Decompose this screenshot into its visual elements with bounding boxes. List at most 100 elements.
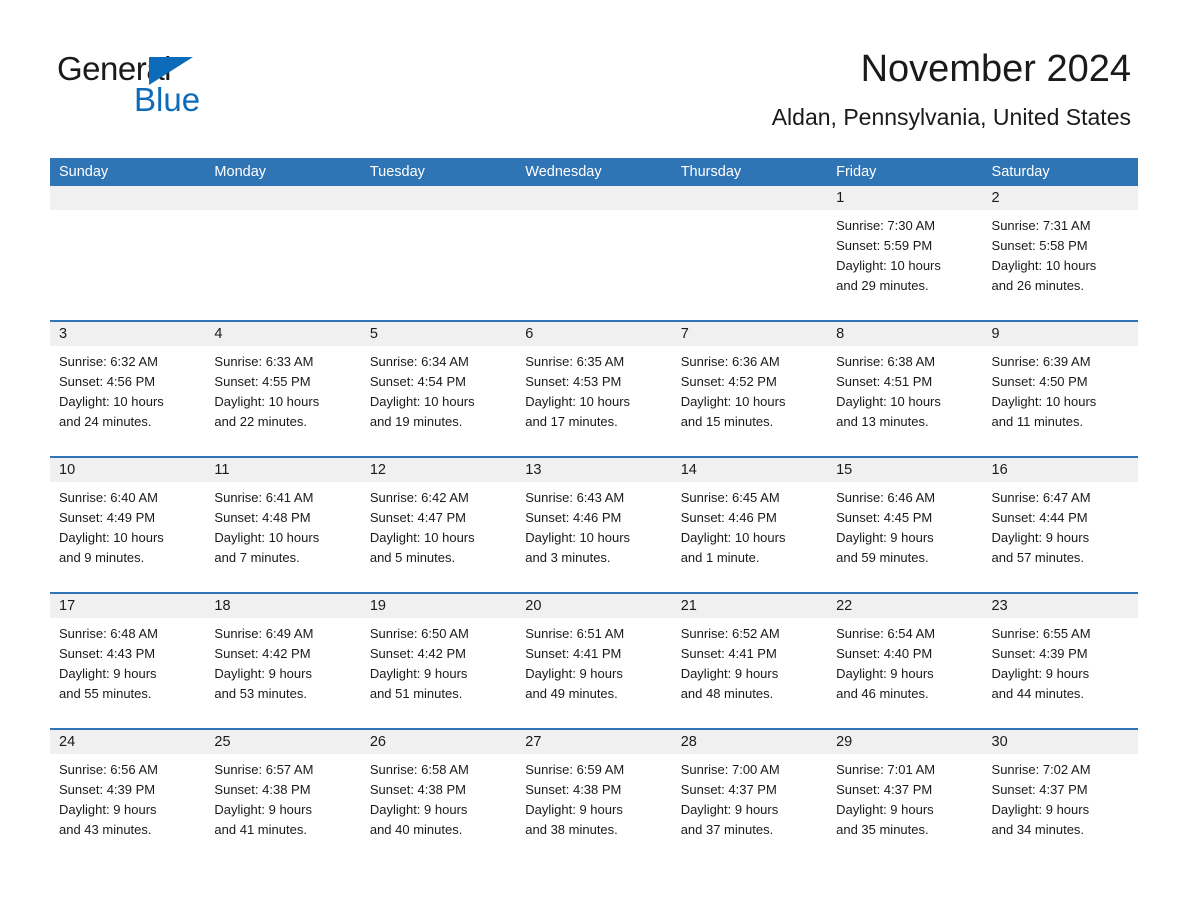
daylight-text-line2: and 7 minutes. [214, 550, 300, 565]
day-cell[interactable]: Sunrise: 6:45 AM Sunset: 4:46 PM Dayligh… [672, 482, 827, 592]
day-cell[interactable] [516, 210, 671, 320]
day-cell[interactable] [205, 210, 360, 320]
day-number[interactable]: 3 [50, 322, 205, 346]
sunset-text: Sunset: 4:38 PM [214, 782, 311, 797]
day-number[interactable] [50, 186, 205, 210]
day-cell[interactable]: Sunrise: 6:50 AM Sunset: 4:42 PM Dayligh… [361, 618, 516, 728]
day-number[interactable]: 27 [516, 730, 671, 754]
sunset-text: Sunset: 4:39 PM [59, 782, 156, 797]
daylight-text-line1: Daylight: 10 hours [59, 530, 164, 545]
day-cell[interactable]: Sunrise: 7:31 AM Sunset: 5:58 PM Dayligh… [983, 210, 1138, 320]
title-block: November 2024 Aldan, Pennsylvania, Unite… [772, 46, 1131, 132]
day-number[interactable]: 30 [983, 730, 1138, 754]
day-number[interactable]: 26 [361, 730, 516, 754]
day-number[interactable]: 21 [672, 594, 827, 618]
sunset-text: Sunset: 4:42 PM [369, 646, 466, 661]
day-cell[interactable]: Sunrise: 6:52 AM Sunset: 4:41 PM Dayligh… [672, 618, 827, 728]
day-cell[interactable]: Sunrise: 6:34 AM Sunset: 4:54 PM Dayligh… [361, 346, 516, 456]
daylight-text-line2: and 3 minutes. [525, 550, 611, 565]
day-cell[interactable]: Sunrise: 7:02 AM Sunset: 4:37 PM Dayligh… [983, 754, 1138, 864]
day-cell[interactable]: Sunrise: 6:46 AM Sunset: 4:45 PM Dayligh… [827, 482, 982, 592]
day-number[interactable]: 8 [827, 322, 982, 346]
daylight-text-line2: and 13 minutes. [836, 414, 929, 429]
day-cell[interactable]: Sunrise: 6:36 AM Sunset: 4:52 PM Dayligh… [672, 346, 827, 456]
day-cell[interactable]: Sunrise: 6:55 AM Sunset: 4:39 PM Dayligh… [983, 618, 1138, 728]
daylight-text-line1: Daylight: 9 hours [991, 530, 1090, 545]
day-number[interactable]: 14 [672, 458, 827, 482]
day-cell[interactable]: Sunrise: 6:54 AM Sunset: 4:40 PM Dayligh… [827, 618, 982, 728]
day-number[interactable]: 13 [516, 458, 671, 482]
day-cell[interactable]: Sunrise: 6:41 AM Sunset: 4:48 PM Dayligh… [205, 482, 360, 592]
day-number[interactable]: 10 [50, 458, 205, 482]
day-number[interactable]: 18 [205, 594, 360, 618]
day-cell[interactable]: Sunrise: 6:43 AM Sunset: 4:46 PM Dayligh… [516, 482, 671, 592]
day-number[interactable]: 25 [205, 730, 360, 754]
day-cell[interactable]: Sunrise: 6:40 AM Sunset: 4:49 PM Dayligh… [50, 482, 205, 592]
day-number[interactable]: 29 [827, 730, 982, 754]
generalblue-logo[interactable]: General Blue [57, 50, 257, 122]
day-number[interactable]: 9 [983, 322, 1138, 346]
daylight-text-line2: and 51 minutes. [369, 686, 463, 701]
day-number[interactable]: 1 [827, 186, 982, 210]
day-number[interactable] [672, 186, 827, 210]
day-cell[interactable] [50, 210, 205, 320]
day-number[interactable] [205, 186, 360, 210]
day-cell[interactable]: Sunrise: 6:35 AM Sunset: 4:53 PM Dayligh… [516, 346, 671, 456]
day-number[interactable]: 19 [361, 594, 516, 618]
day-number[interactable]: 16 [983, 458, 1138, 482]
day-number[interactable]: 17 [50, 594, 205, 618]
day-cell[interactable]: Sunrise: 6:32 AM Sunset: 4:56 PM Dayligh… [50, 346, 205, 456]
daylight-text-line1: Daylight: 9 hours [991, 802, 1090, 817]
day-number[interactable]: 22 [827, 594, 982, 618]
day-number[interactable]: 24 [50, 730, 205, 754]
daylight-text-line2: and 43 minutes. [59, 822, 152, 837]
day-number[interactable]: 7 [672, 322, 827, 346]
day-cell[interactable]: Sunrise: 6:57 AM Sunset: 4:38 PM Dayligh… [205, 754, 360, 864]
daylight-text-line1: Daylight: 9 hours [214, 802, 312, 817]
daylight-text-line1: Daylight: 10 hours [59, 394, 164, 409]
day-number[interactable]: 6 [516, 322, 671, 346]
weekday-header-sunday: Sunday [59, 164, 109, 180]
daylight-text-line2: and 38 minutes. [525, 822, 618, 837]
sunrise-text: Sunrise: 6:38 AM [836, 354, 936, 369]
day-number[interactable]: 4 [205, 322, 360, 346]
day-number[interactable]: 23 [983, 594, 1138, 618]
day-number[interactable]: 28 [672, 730, 827, 754]
day-number[interactable]: 12 [361, 458, 516, 482]
day-cell[interactable]: Sunrise: 6:51 AM Sunset: 4:41 PM Dayligh… [516, 618, 671, 728]
day-cell[interactable]: Sunrise: 6:56 AM Sunset: 4:39 PM Dayligh… [50, 754, 205, 864]
day-cell[interactable]: Sunrise: 6:58 AM Sunset: 4:38 PM Dayligh… [361, 754, 516, 864]
day-number[interactable] [361, 186, 516, 210]
day-cell[interactable]: Sunrise: 6:38 AM Sunset: 4:51 PM Dayligh… [827, 346, 982, 456]
daylight-text-line2: and 19 minutes. [369, 414, 463, 429]
day-cell[interactable]: Sunrise: 6:59 AM Sunset: 4:38 PM Dayligh… [516, 754, 671, 864]
day-cell[interactable]: Sunrise: 6:48 AM Sunset: 4:43 PM Dayligh… [50, 618, 205, 728]
day-cell[interactable]: Sunrise: 6:49 AM Sunset: 4:42 PM Dayligh… [205, 618, 360, 728]
day-number[interactable]: 20 [516, 594, 671, 618]
day-number[interactable] [516, 186, 671, 210]
day-cell[interactable]: Sunrise: 7:30 AM Sunset: 5:59 PM Dayligh… [827, 210, 982, 320]
day-cell[interactable]: Sunrise: 6:39 AM Sunset: 4:50 PM Dayligh… [983, 346, 1138, 456]
day-number[interactable]: 15 [827, 458, 982, 482]
day-number[interactable]: 2 [983, 186, 1138, 210]
day-cell[interactable]: Sunrise: 6:42 AM Sunset: 4:47 PM Dayligh… [361, 482, 516, 592]
week-detail-strip: Sunrise: 6:48 AM Sunset: 4:43 PM Dayligh… [50, 618, 1138, 728]
daylight-text-line2: and 57 minutes. [991, 550, 1085, 565]
daylight-text-line1: Daylight: 10 hours [991, 394, 1097, 409]
sunrise-text: Sunrise: 6:56 AM [59, 762, 158, 777]
sunrise-text: Sunrise: 6:42 AM [369, 490, 469, 505]
day-cell[interactable] [361, 210, 516, 320]
day-cell[interactable]: Sunrise: 7:01 AM Sunset: 4:37 PM Dayligh… [827, 754, 982, 864]
day-cell[interactable]: Sunrise: 6:47 AM Sunset: 4:44 PM Dayligh… [983, 482, 1138, 592]
day-number[interactable]: 5 [361, 322, 516, 346]
sunset-text: Sunset: 4:54 PM [369, 374, 466, 389]
day-cell[interactable] [672, 210, 827, 320]
calendar-week-row: 17 18 19 20 21 22 23 Sunrise: 6:48 AM Su… [50, 592, 1138, 728]
day-cell[interactable]: Sunrise: 7:00 AM Sunset: 4:37 PM Dayligh… [672, 754, 827, 864]
day-cell[interactable]: Sunrise: 6:33 AM Sunset: 4:55 PM Dayligh… [205, 346, 360, 456]
sunrise-text: Sunrise: 6:45 AM [680, 490, 780, 505]
sunset-text: Sunset: 4:47 PM [369, 510, 466, 525]
day-number[interactable]: 11 [205, 458, 360, 482]
daylight-text-line2: and 22 minutes. [214, 414, 307, 429]
sunrise-text: Sunrise: 6:47 AM [991, 490, 1091, 505]
